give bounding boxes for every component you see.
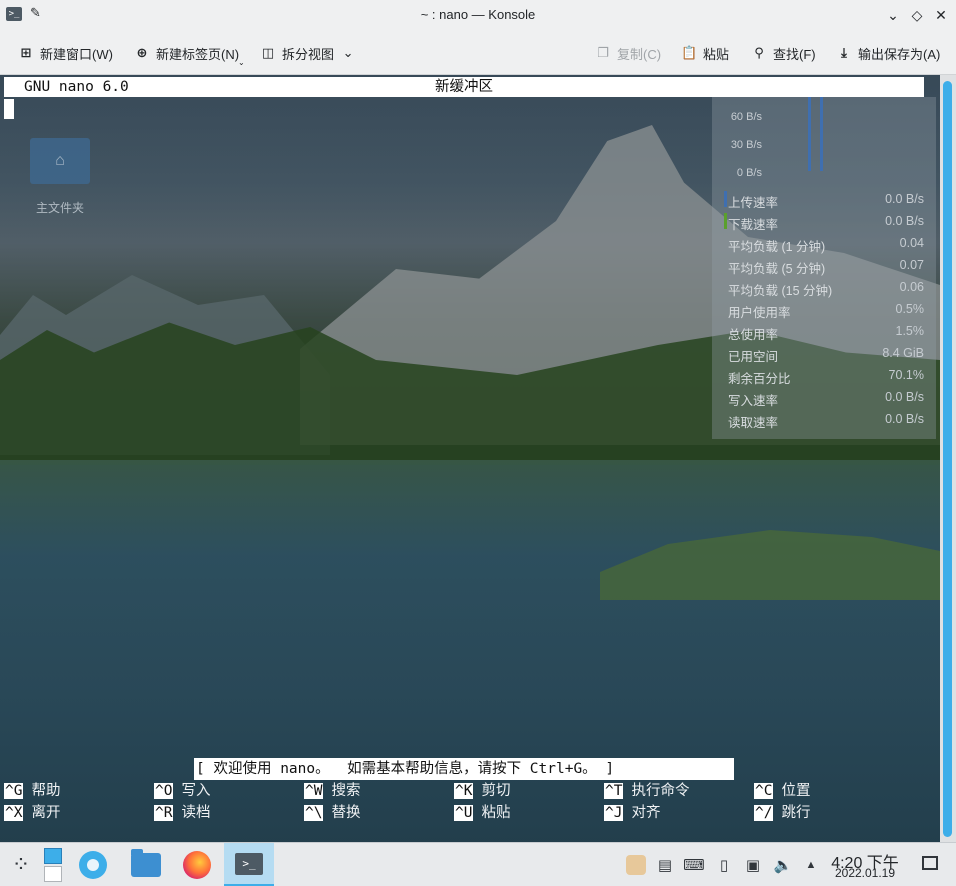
firefox-icon[interactable] (182, 843, 212, 886)
shortcut-execute[interactable]: ^T 执行命令 (604, 780, 689, 802)
konsole-icon: >_ (235, 852, 263, 875)
nano-status-message: [ 欢迎使用 nano。 如需基本帮助信息，请按下 Ctrl+G。 ] (194, 758, 734, 780)
show-desktop-icon[interactable] (922, 856, 938, 870)
scrollbar-thumb[interactable] (943, 81, 952, 837)
shortcut-exit[interactable]: ^X 离开 (4, 802, 60, 824)
shortcut-paste[interactable]: ^U 粘贴 (454, 802, 510, 824)
new-window-icon: ⊞ (20, 45, 32, 60)
split-view-button[interactable]: ◫ 拆分视图 ⌄ (260, 42, 356, 64)
network-icon[interactable]: ▣ (742, 843, 764, 886)
save-output-label: 输出保存为(A) (858, 46, 941, 62)
shortcut-search[interactable]: ^W 搜索 (304, 780, 360, 802)
application-launcher-icon[interactable]: ⁘ (6, 843, 36, 886)
new-tab-dropdown-icon[interactable]: ⌄ (238, 58, 245, 67)
window-title: ~ : nano — Konsole (420, 7, 536, 22)
toolbar: ⊞ 新建窗口(W) ⊕ 新建标签页(N) ◫ 拆分视图 ⌄ ❐ 复制(C) 📋 … (0, 30, 956, 75)
system-monitor-widget: 60 B/s 30 B/s 0 B/s 上传速率 0.0 B/s 下载速率 0.0 … (712, 97, 936, 439)
shortcut-cut[interactable]: ^K 剪切 (454, 780, 510, 802)
paste-button[interactable]: 📋 粘贴 (681, 42, 729, 64)
discover-icon[interactable] (78, 843, 108, 886)
keyboard-icon[interactable]: ⌨ (683, 843, 705, 886)
new-window-button[interactable]: ⊞ 新建窗口(W) (18, 42, 113, 64)
copy-icon: ❐ (597, 45, 609, 60)
minimize-icon[interactable]: ⌄ (882, 4, 904, 26)
shortcut-write[interactable]: ^O 写入 (154, 780, 210, 802)
graph-label: 60 B/s (730, 111, 762, 123)
nano-buffer-name: 新缓冲区 (435, 79, 493, 95)
graph-label: 30 B/s (730, 139, 762, 151)
find-button[interactable]: ⚲ 查找(F) (751, 42, 816, 64)
chevron-down-icon: ⌄ (342, 45, 354, 60)
graph-label: 0 B/s (736, 167, 762, 179)
konsole-task-button[interactable]: >_ (224, 843, 274, 886)
close-icon[interactable]: ✕ (930, 4, 952, 26)
virtual-desktop-pager[interactable] (44, 843, 62, 886)
find-label: 查找(F) (773, 46, 816, 62)
sysmon-row-upload: 上传速率 0.0 B/s (724, 189, 924, 211)
home-folder-icon: ⌂ (30, 138, 90, 184)
search-icon: ⚲ (754, 45, 764, 60)
volume-icon[interactable]: 🔈 (772, 843, 794, 886)
sysmon-row-total-cpu: 总使用率 1.5% (728, 324, 924, 342)
paste-label: 粘贴 (703, 46, 730, 62)
cat-icon[interactable] (624, 843, 648, 886)
tray-expand-icon[interactable]: ▲ (800, 843, 822, 886)
shortcut-help[interactable]: ^G 帮助 (4, 780, 60, 802)
text-cursor (4, 99, 14, 119)
save-output-button[interactable]: ⤓ 输出保存为(A) (836, 42, 940, 64)
new-window-label: 新建窗口(W) (40, 46, 113, 62)
taskbar: ⁘ >_ ▤ ⌨ ▯ ▣ 🔈 ▲ (0, 842, 956, 886)
sysmon-row-load5: 平均负载 (5 分钟) 0.07 (728, 258, 924, 276)
network-graph-spike (808, 97, 811, 171)
shortcut-justify[interactable]: ^J 对齐 (604, 802, 660, 824)
terminal-scrollbar[interactable] (940, 75, 956, 842)
sysmon-row-load15: 平均负载 (15 分钟) 0.06 (728, 280, 924, 298)
sysmon-row-read: 读取速率 0.0 B/s (728, 412, 924, 430)
usb-icon[interactable]: ▯ (713, 843, 735, 886)
download-color-bar (724, 213, 727, 229)
sysmon-row-write: 写入速率 0.0 B/s (728, 390, 924, 408)
sysmon-row-disk-free: 剩余百分比 70.1% (728, 368, 924, 386)
copy-button[interactable]: ❐ 复制(C) (595, 42, 661, 64)
maximize-icon[interactable]: ◇ (906, 4, 928, 26)
save-output-icon: ⤓ (841, 45, 847, 60)
file-manager-icon[interactable] (130, 843, 162, 886)
sysmon-row-load1: 平均负载 (1 分钟) 0.04 (728, 236, 924, 254)
paste-icon: 📋 (681, 45, 698, 60)
upload-color-bar (724, 191, 727, 207)
nano-title-bar: GNU nano 6.0 新缓冲区 (4, 77, 924, 97)
desktop-1[interactable] (44, 848, 62, 864)
copy-label: 复制(C) (617, 46, 662, 62)
shortcut-read[interactable]: ^R 读档 (154, 802, 210, 824)
split-view-icon: ◫ (261, 45, 275, 60)
clipboard-icon[interactable]: ▤ (654, 843, 676, 886)
desktop-2[interactable] (44, 866, 62, 882)
new-tab-button[interactable]: ⊕ 新建标签页(N) (134, 42, 240, 64)
network-graph-spike (820, 97, 823, 171)
shortcut-goto-line[interactable]: ^/跳行 (754, 802, 810, 824)
title-bar: >_ ✎ ~ : nano — Konsole ⌄ ◇ ✕ (0, 0, 956, 30)
home-folder-label: 主文件夹 (35, 201, 84, 215)
split-view-label: 拆分视图 (282, 46, 335, 62)
terminal-view[interactable]: ⌂ 主文件夹 60 B/s 30 B/s 0 B/s 上传速率 0.0 B/s 下… (0, 75, 940, 842)
sysmon-row-user-cpu: 用户使用率 0.5% (728, 302, 924, 320)
new-tab-label: 新建标签页(N) (156, 46, 240, 62)
sysmon-row-disk-used: 已用空间 8.4 GiB (728, 346, 924, 364)
new-tab-icon: ⊕ (136, 45, 148, 60)
shortcut-location[interactable]: ^C 位置 (754, 780, 810, 802)
clock-date[interactable]: 2022.01.19 (828, 866, 902, 880)
shortcut-replace[interactable]: ^\ 替换 (304, 802, 360, 824)
sysmon-row-download: 下载速率 0.0 B/s (724, 211, 924, 233)
